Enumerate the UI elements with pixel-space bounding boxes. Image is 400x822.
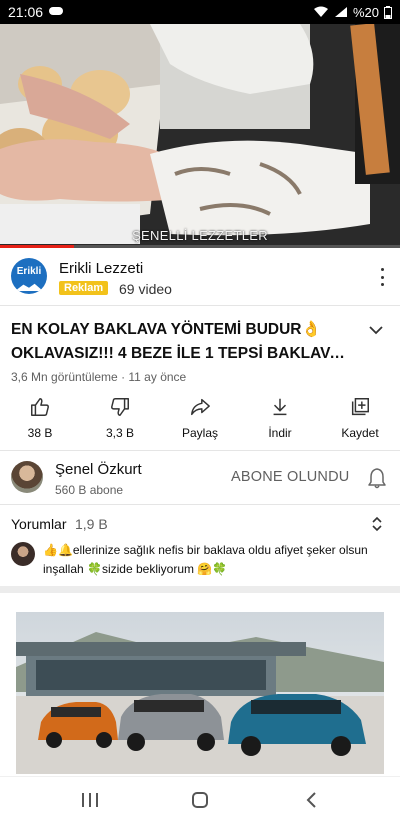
home-icon[interactable] [192,792,208,808]
channel-avatar[interactable] [11,461,43,493]
comments-count: 1,9 B [75,516,108,532]
cloud-icon [49,7,64,15]
mountain-icon [15,283,43,291]
more-options-icon[interactable] [375,268,389,286]
share-button[interactable]: Paylaş [160,394,240,446]
battery-percent: %20 [352,4,379,20]
back-icon[interactable] [305,791,317,809]
expand-icon[interactable] [371,516,383,532]
video-frame [0,24,400,248]
share-label: Paylaş [181,426,219,440]
recent-apps-icon[interactable] [82,793,98,807]
erikli-logo-text: Erikli [16,266,42,277]
download-label: İndir [268,426,292,440]
thumb-down-icon [111,398,129,416]
top-comment-text: 👍🔔ellerinize sağlık nefis bir baklava ol… [43,543,368,576]
bell-icon[interactable] [367,467,387,489]
car-ad-photo [16,612,384,774]
ad-channel-row[interactable]: Erikli Erikli Lezzeti Reklam 69 video [0,248,400,306]
ad-video-count: 69 video [119,281,172,297]
erikli-logo: Erikli [11,258,47,294]
system-nav-bar [0,776,400,822]
ad-banner-image[interactable] [16,612,384,774]
dislike-count: 3,3 B [105,426,135,440]
status-bar: 21:06 %20 [0,0,400,24]
save-label: Kaydet [341,426,379,440]
video-meta: 3,6 Mn görüntüleme · 11 ay önce [11,370,187,384]
like-count: 38 B [27,426,53,440]
save-playlist-icon [351,398,369,416]
channel-name[interactable]: Şenel Özkurt [55,461,142,478]
download-button[interactable]: İndir [240,394,320,446]
comments-heading: Yorumlar [11,516,67,532]
subscribed-button[interactable]: ABONE OLUNDU [231,469,349,485]
battery-icon [384,5,392,19]
thumb-up-icon [31,398,49,416]
action-bar: 38 B 3,3 B Paylaş İndir Kaydet [0,394,400,446]
save-button[interactable]: Kaydet [320,394,400,446]
subscriber-count: 560 B abone [55,483,124,497]
comments-section[interactable]: Yorumlar 1,9 B 👍🔔ellerinize sağlık nefis… [0,505,400,587]
video-watermark: ŞENELLİ LEZZETLER [132,228,268,243]
download-icon [273,398,287,416]
video-title-line-1: EN KOLAY BAKLAVA YÖNTEMİ BUDUR👌 [11,321,321,338]
video-title-line-2: OKLAVASIZ!!! 4 BEZE İLE 1 TEPSİ BAKLAVA … [11,345,353,362]
status-time: 21:06 [8,4,44,20]
video-player[interactable]: ŞENELLİ LEZZETLER [0,24,400,248]
channel-row[interactable]: Şenel Özkurt 560 B abone ABONE OLUNDU [0,451,400,505]
section-divider [0,586,400,593]
ad-channel-name[interactable]: Erikli Lezzeti [59,260,143,277]
like-button[interactable]: 38 B [0,394,80,446]
share-icon [191,398,210,416]
chevron-down-icon[interactable] [368,324,384,336]
ad-badge: Reklam [59,281,109,295]
dislike-button[interactable]: 3,3 B [80,394,160,446]
commenter-avatar [11,542,35,566]
wifi-icon [313,6,328,17]
video-title[interactable]: EN KOLAY BAKLAVA YÖNTEMİ BUDUR👌 OKLAVASI… [11,318,353,366]
signal-icon [334,7,347,17]
